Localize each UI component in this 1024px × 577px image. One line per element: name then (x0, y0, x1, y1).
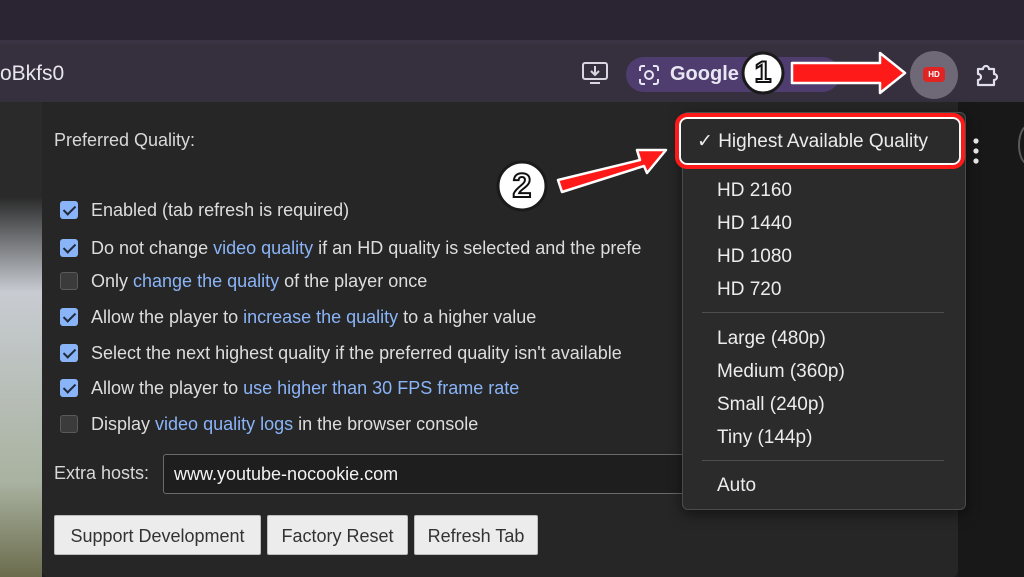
step-2-label: 2 (512, 166, 533, 206)
step-1-label: 1 (754, 55, 773, 90)
annotation-overlay (496, 51, 907, 212)
arrow-1-icon (790, 51, 907, 95)
arrow-2-icon (556, 148, 668, 194)
